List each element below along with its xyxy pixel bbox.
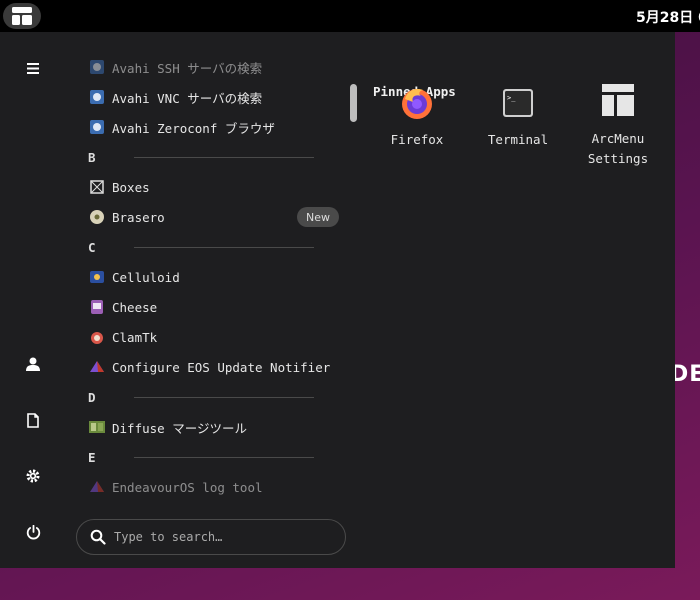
terminal-icon: >_ bbox=[503, 89, 533, 117]
app-celluloid[interactable]: Celluloid bbox=[84, 264, 344, 290]
section-divider bbox=[134, 247, 314, 248]
section-divider bbox=[134, 397, 314, 398]
brasero-icon bbox=[90, 210, 104, 224]
app-avahi-vnc[interactable]: Avahi VNC サーバの検索 bbox=[84, 84, 344, 110]
power-icon bbox=[26, 524, 40, 539]
search-input[interactable] bbox=[114, 530, 334, 544]
cheese-icon bbox=[91, 300, 103, 314]
gear-icon bbox=[26, 469, 40, 483]
settings-button[interactable] bbox=[17, 460, 49, 492]
section-header-b: B bbox=[88, 145, 318, 169]
pinned-app-firefox[interactable]: Firefox bbox=[372, 85, 462, 147]
user-icon bbox=[26, 357, 40, 371]
power-button[interactable] bbox=[17, 516, 49, 548]
arcmenu-button[interactable] bbox=[3, 3, 41, 29]
firefox-icon bbox=[402, 89, 432, 119]
app-clamtk[interactable]: ClamTk bbox=[84, 324, 344, 350]
arcmenu-panel: Avahi SSH サーバの検索 Avahi VNC サーバの検索 Avahi … bbox=[0, 32, 675, 568]
new-badge: New bbox=[297, 207, 339, 227]
endeavouros-icon bbox=[90, 481, 104, 492]
arcmenu-settings-icon bbox=[602, 84, 634, 116]
celluloid-icon bbox=[90, 271, 104, 283]
endeavouros-icon bbox=[90, 361, 104, 372]
app-brasero[interactable]: Brasero New bbox=[84, 204, 344, 230]
application-list[interactable]: Avahi SSH サーバの検索 Avahi VNC サーバの検索 Avahi … bbox=[84, 54, 344, 514]
svg-text:>_: >_ bbox=[507, 94, 516, 102]
section-letter: E bbox=[88, 449, 96, 465]
app-diffuse[interactable]: Diffuse マージツール bbox=[84, 414, 344, 440]
section-letter: D bbox=[88, 389, 96, 405]
avahi-icon bbox=[90, 60, 104, 74]
section-header-d: D bbox=[88, 385, 318, 409]
section-divider bbox=[134, 457, 314, 458]
app-label: EndeavourOS log tool bbox=[112, 479, 263, 495]
avahi-icon bbox=[90, 90, 104, 104]
arcmenu-icon bbox=[12, 7, 32, 25]
clock[interactable]: 5月28日 0 bbox=[636, 7, 700, 27]
pinned-app-arcmenu-settings[interactable]: ArcMenu Settings bbox=[573, 82, 663, 169]
app-label: Avahi Zeroconf ブラウザ bbox=[112, 120, 275, 136]
app-label-line2: Settings bbox=[587, 151, 649, 166]
app-label: Diffuse マージツール bbox=[112, 420, 247, 436]
section-header-e: E bbox=[88, 445, 318, 469]
pinned-app-terminal[interactable]: >_ Terminal bbox=[473, 85, 563, 147]
list-scrollbar[interactable] bbox=[350, 84, 357, 122]
app-label-line1: ArcMenu bbox=[591, 131, 645, 146]
search-bar[interactable] bbox=[76, 519, 346, 555]
app-label: Terminal bbox=[487, 132, 549, 147]
document-icon bbox=[27, 412, 39, 428]
search-icon bbox=[90, 529, 106, 545]
app-label: ClamTk bbox=[112, 329, 158, 345]
section-letter: B bbox=[88, 149, 96, 165]
app-avahi-zeroconf[interactable]: Avahi Zeroconf ブラウザ bbox=[84, 114, 344, 140]
top-bar: 5月28日 0 bbox=[0, 0, 700, 32]
hamburger-icon bbox=[27, 62, 39, 74]
app-boxes[interactable]: Boxes bbox=[84, 174, 344, 200]
app-label: Brasero bbox=[112, 209, 165, 225]
app-label: Cheese bbox=[112, 299, 158, 315]
app-cheese[interactable]: Cheese bbox=[84, 294, 344, 320]
section-divider bbox=[134, 157, 314, 158]
menu-rail bbox=[0, 32, 66, 568]
avahi-icon bbox=[90, 120, 104, 134]
boxes-icon bbox=[90, 180, 104, 194]
app-label: Avahi VNC サーバの検索 bbox=[112, 90, 263, 106]
app-label: Firefox bbox=[390, 132, 444, 147]
section-header-c: C bbox=[88, 235, 318, 259]
app-label: Celluloid bbox=[112, 269, 180, 285]
app-eos-log-tool[interactable]: EndeavourOS log tool bbox=[84, 474, 344, 500]
app-avahi-ssh[interactable]: Avahi SSH サーバの検索 bbox=[84, 54, 344, 80]
categories-button[interactable] bbox=[17, 52, 49, 84]
diffuse-icon bbox=[89, 421, 105, 433]
app-label: Boxes bbox=[112, 179, 150, 195]
section-letter: C bbox=[88, 239, 96, 255]
app-label: Configure EOS Update Notifier bbox=[112, 359, 331, 375]
clamtk-icon bbox=[91, 332, 103, 344]
documents-button[interactable] bbox=[17, 404, 49, 436]
user-button[interactable] bbox=[17, 348, 49, 380]
app-eos-update-notifier[interactable]: Configure EOS Update Notifier bbox=[84, 354, 344, 380]
app-label: Avahi SSH サーバの検索 bbox=[112, 60, 263, 76]
